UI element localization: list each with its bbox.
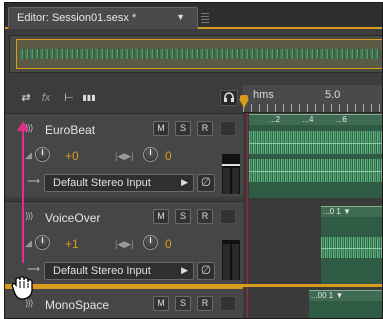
fx-power-button[interactable]: ∅ <box>197 174 215 192</box>
meter-left-channel <box>223 168 230 194</box>
tab-menu-dropdown-icon[interactable]: ▼ <box>176 12 185 22</box>
playhead-line <box>247 113 248 318</box>
headphones-icon[interactable] <box>220 90 238 106</box>
input-arrow-icon: ⟶ <box>27 176 40 186</box>
clip-waveform <box>321 237 382 258</box>
volume-icon: ◢ <box>25 238 32 248</box>
pan-icon: |◀▶| <box>115 151 134 161</box>
editor-tab-title: Editor: Session01.sesx * <box>17 12 137 24</box>
track-input-value: Default Stereo Input <box>53 177 151 189</box>
time-ruler[interactable]: hms 5.0 <box>243 85 382 113</box>
inputs-outputs-icon[interactable]: ⇄ <box>17 90 35 106</box>
track-drop-indicator <box>5 284 382 287</box>
solo-button[interactable]: S <box>175 296 191 311</box>
playhead-marker-icon[interactable] <box>239 99 249 108</box>
editor-tab-strip: Editor: Session01.sesx * ▼ <box>5 3 382 29</box>
mute-button[interactable]: M <box>153 296 169 311</box>
solo-button[interactable]: S <box>175 121 191 136</box>
volume-value[interactable]: +0 <box>65 149 79 163</box>
record-arm-button[interactable]: R <box>197 296 213 311</box>
monitor-input-button[interactable] <box>220 296 236 311</box>
track-monospace[interactable]: ⟩⟩⟩ MonoSpace M S R <box>5 287 243 318</box>
clip-header[interactable]: ...00 1 ▼ <box>309 291 382 301</box>
solo-button[interactable]: S <box>175 209 191 224</box>
editor-tab[interactable]: Editor: Session01.sesx * ▼ <box>8 7 198 29</box>
pan-knob[interactable] <box>143 235 158 250</box>
effects-rack-icon[interactable]: fx <box>37 90 55 106</box>
time-unit-label: hms <box>253 89 274 101</box>
volume-value[interactable]: +1 <box>65 237 79 251</box>
time-marker-label: 5.0 <box>325 89 341 101</box>
clip-waveform <box>249 131 382 154</box>
clip-header[interactable]: ...0 1 ▼ <box>321 207 382 217</box>
track-name[interactable]: EuroBeat <box>45 123 95 137</box>
volume-knob[interactable] <box>35 235 50 250</box>
track-input-select[interactable]: Default Stereo Input ▶ <box>44 174 194 192</box>
clip-label: ...6 <box>335 115 347 124</box>
monitor-input-button[interactable] <box>220 209 236 224</box>
track-voiceover[interactable]: ⟩⟩⟩ VoiceOver M S R ◢ +1 |◀▶| 0 ⟶ Defaul… <box>5 201 243 284</box>
session-overview[interactable] <box>9 35 382 73</box>
record-arm-button[interactable]: R <box>197 209 213 224</box>
clip-timeline-area[interactable]: ...2 ...4 ...6 ...0 1 ▼ ...00 1 ▼ <box>243 114 382 318</box>
mute-button[interactable]: M <box>153 209 169 224</box>
grab-hand-cursor-icon <box>8 274 38 300</box>
track-input-value: Default Stereo Input <box>53 265 151 277</box>
track-input-select[interactable]: Default Stereo Input ▶ <box>44 262 194 280</box>
tab-grip-handle[interactable] <box>201 11 209 23</box>
track-eurobeat[interactable]: ⟩⟩⟩ EuroBeat M S R ◢ +0 |◀▶| 0 ⟶ Default… <box>5 113 243 197</box>
record-arm-button[interactable]: R <box>197 121 213 136</box>
meter-right-channel <box>232 244 239 280</box>
volume-icon: ◢ <box>25 150 32 160</box>
track-level-meter <box>222 240 240 280</box>
track-name[interactable]: MonoSpace <box>45 298 109 312</box>
eq-icon[interactable]: ▮▮▮ <box>80 90 98 106</box>
clip-eurobeat[interactable]: ...2 ...4 ...6 <box>249 114 382 198</box>
meter-left-channel <box>223 244 230 280</box>
meter-right-channel <box>232 168 239 194</box>
pan-value[interactable]: 0 <box>165 237 172 251</box>
volume-knob[interactable] <box>35 147 50 162</box>
track-drag-handle-icon[interactable]: ⟩⟩⟩ <box>25 211 33 222</box>
sends-icon[interactable]: ⊢ <box>60 90 78 106</box>
pan-value[interactable]: 0 <box>165 149 172 163</box>
chevron-right-icon: ▶ <box>181 265 188 275</box>
track-toolbar: ⇄ fx ⊢ ▮▮▮ <box>5 85 245 111</box>
pan-icon: |◀▶| <box>115 239 134 249</box>
chevron-right-icon: ▶ <box>181 177 188 187</box>
fx-power-button[interactable]: ∅ <box>197 262 215 280</box>
overview-waveform <box>20 49 380 59</box>
clip-header[interactable]: ...2 ...4 ...6 <box>249 115 382 125</box>
clip-waveform <box>249 159 382 182</box>
multitrack-editor-panel: Editor: Session01.sesx * ▼ ⇄ fx ⊢ ▮▮▮ hm… <box>4 2 383 319</box>
clip-label: ...2 <box>269 115 281 124</box>
pan-knob[interactable] <box>143 147 158 162</box>
mute-button[interactable]: M <box>153 121 169 136</box>
ruler-ticks <box>243 104 382 112</box>
clip-voiceover[interactable]: ...0 1 ▼ <box>321 206 382 284</box>
clip-monospace[interactable]: ...00 1 ▼ <box>309 290 382 318</box>
drag-arrow-line <box>22 129 24 263</box>
monitor-input-button[interactable] <box>220 121 236 136</box>
track-level-meter <box>222 154 240 194</box>
track-name[interactable]: VoiceOver <box>45 211 100 225</box>
clip-label: ...4 <box>302 115 314 124</box>
meter-peak-tick <box>222 164 240 166</box>
